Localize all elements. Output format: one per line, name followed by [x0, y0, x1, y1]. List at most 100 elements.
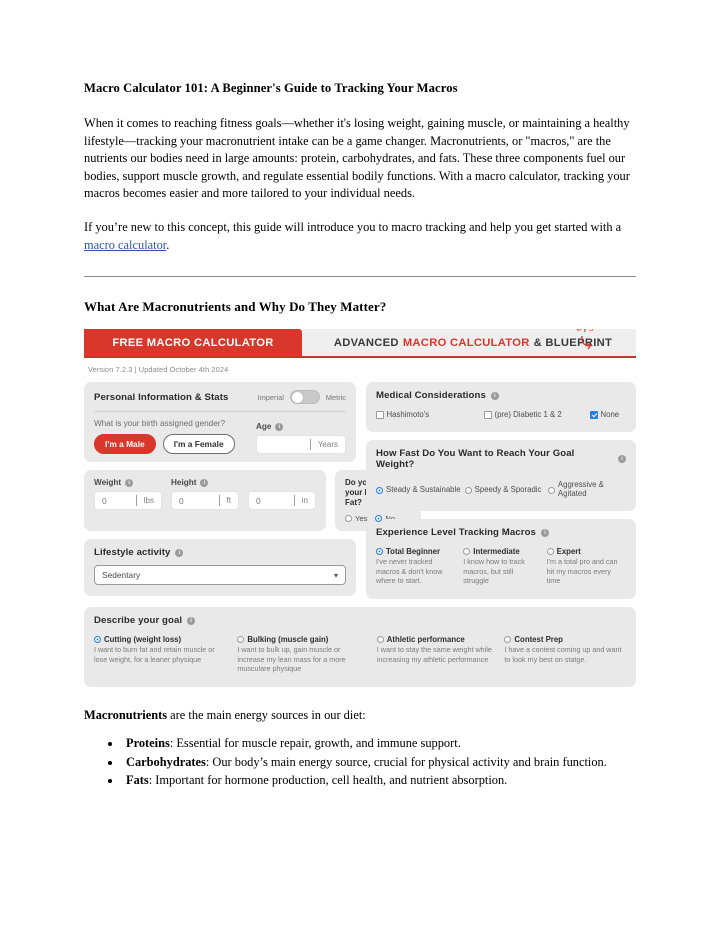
describe-your-goal-title: Describe your goal [94, 615, 183, 627]
experience-level-card: Experience Level Tracking Macros i Total… [366, 519, 636, 600]
section-heading: What Are Macronutrients and Why Do They … [84, 299, 387, 315]
age-input[interactable]: Years [256, 435, 346, 455]
gender-and-age-row: What is your birth assigned gender? I'm … [94, 419, 346, 455]
goal-option-cutting[interactable]: Cutting (weight loss) I want to burn fat… [94, 635, 237, 673]
radio-icon [463, 548, 471, 556]
goal-athletic-head: Athletic performance [376, 635, 495, 644]
tab-advanced-suffix: & BLUEPRINT [533, 336, 613, 349]
experience-expert-label: Expert [556, 547, 581, 557]
experience-intermediate-head: Intermediate [463, 547, 538, 556]
height-inches-unit: in [293, 495, 315, 507]
medical-option-hashimotos[interactable]: Hashimoto's [376, 410, 484, 419]
radio-icon [546, 548, 554, 556]
tab-advanced-macro-calculator[interactable]: ADVANCED MACRO CALCULATOR & BLUEPRINT [302, 329, 636, 357]
list-item: Fats: Important for hormone production, … [122, 772, 636, 790]
experience-beginner-head: Total Beginner [376, 547, 455, 556]
document-page: Macro Calculator 101: A Beginner's Guide… [0, 0, 720, 931]
tab-advanced-prefix: ADVANCED [333, 336, 399, 349]
unit-label-metric: Metric [325, 392, 346, 402]
gender-male-button[interactable]: I'm a Male [94, 434, 156, 455]
macro-calculator-screenshot: FREE MACRO CALCULATOR ADVANCED MACRO CAL… [84, 329, 636, 688]
goal-speed-option-steady[interactable]: Steady & Sustainable [376, 480, 465, 498]
experience-option-expert[interactable]: Expert I'm a total pro and can hit my ma… [546, 547, 626, 585]
weight-height-fields: Weight i 0 lbs Height i 0 ft 0 in [94, 478, 316, 511]
medical-option-diabetic-label: (pre) Diabetic 1 & 2 [494, 410, 562, 420]
macro-calculator-link[interactable]: macro calculator [84, 238, 166, 252]
goal-option-bulking[interactable]: Bulking (muscle gain) I want to bulk up,… [237, 635, 376, 673]
goal-speed-option-speedy[interactable]: Speedy & Sporadic [464, 480, 548, 498]
info-icon[interactable]: i [175, 548, 184, 557]
goal-contest-label: Contest Prep [514, 635, 563, 645]
age-label: Age i [256, 422, 346, 431]
goal-contest-desc: I have a contest coming up and want to l… [504, 645, 622, 664]
bullet-term: Proteins [126, 736, 170, 751]
radio-icon [345, 515, 352, 523]
goal-speed-option-aggressive[interactable]: Aggressive & Agitated [547, 480, 626, 498]
medical-option-hashimotos-label: Hashimoto's [386, 410, 430, 420]
medical-considerations-options: Hashimoto's (pre) Diabetic 1 & 2 None [376, 410, 626, 419]
calculator-right-column: Medical Considerations i Hashimoto's (pr… [366, 382, 636, 600]
body-fat-option-yes[interactable]: Yes [345, 514, 367, 523]
age-label-text: Age [256, 422, 272, 432]
personal-information-card: Personal Information & Stats Imperial Me… [84, 382, 356, 463]
guide-paragraph: If you’re new to this concept, this guid… [84, 219, 636, 254]
goal-option-contest-prep[interactable]: Contest Prep I have a contest coming up … [504, 635, 626, 673]
bullet-text: : Essential for muscle repair, growth, a… [169, 736, 461, 751]
info-icon[interactable]: i [618, 455, 626, 464]
chevron-down-icon: ▾ [333, 570, 338, 580]
height-label-text: Height [171, 478, 197, 488]
tab-advanced-highlight: MACRO CALCULATOR [402, 336, 530, 349]
experience-option-beginner[interactable]: Total Beginner I've never tracked macros… [376, 547, 463, 585]
goal-contest-head: Contest Prep [504, 635, 626, 644]
checkbox-icon [484, 411, 492, 419]
info-icon[interactable]: i [275, 422, 284, 431]
experience-option-intermediate[interactable]: Intermediate I know how to track macros,… [463, 547, 546, 585]
unit-toggle-switch[interactable] [289, 390, 320, 405]
weight-input[interactable]: 0 lbs [94, 491, 162, 511]
experience-expert-desc: I'm a total pro and can hit my macros ev… [546, 557, 618, 585]
list-item: Carbohydrates: Our body’s main energy so… [122, 754, 636, 772]
page-title: Macro Calculator 101: A Beginner's Guide… [84, 81, 458, 95]
calculator-tab-bar: FREE MACRO CALCULATOR ADVANCED MACRO CAL… [84, 329, 636, 359]
lifestyle-activity-card: Lifestyle activity i Sedentary ▾ [84, 539, 356, 597]
experience-level-title-row: Experience Level Tracking Macros i [376, 527, 626, 538]
height-feet-input[interactable]: 0 ft [171, 491, 239, 511]
describe-your-goal-title-row: Describe your goal i [94, 615, 626, 626]
unit-system-toggle[interactable]: Imperial Metric [258, 390, 346, 405]
info-icon[interactable]: i [540, 528, 549, 537]
goal-athletic-desc: I want to stay the same weight while inc… [376, 645, 492, 664]
closing-lead-bold: Macronutrients [84, 708, 168, 723]
medical-option-diabetic[interactable]: (pre) Diabetic 1 & 2 [484, 410, 590, 419]
section-divider [84, 276, 636, 278]
info-icon[interactable]: i [490, 391, 499, 400]
goal-option-athletic[interactable]: Athletic performance I want to stay the … [376, 635, 505, 673]
height-group: Height i 0 ft 0 in [171, 478, 316, 511]
height-inches-value: 0 [256, 495, 261, 506]
bullet-text: : Our body’s main energy source, crucial… [205, 754, 607, 769]
age-input-suffix: Years [309, 439, 345, 451]
medical-option-none[interactable]: None [590, 410, 619, 419]
radio-icon [504, 636, 512, 644]
checkbox-icon [376, 411, 384, 419]
describe-your-goal-card: Describe your goal i Cutting (weight los… [84, 607, 636, 688]
medical-considerations-title-row: Medical Considerations i [376, 390, 626, 401]
bullet-term: Fats [126, 773, 149, 788]
info-icon[interactable]: i [125, 478, 134, 487]
experience-beginner-label: Total Beginner [386, 547, 441, 557]
lifestyle-activity-select[interactable]: Sedentary ▾ [94, 565, 346, 586]
tab-free-macro-calculator[interactable]: FREE MACRO CALCULATOR [84, 329, 302, 357]
age-block: Age i Years [256, 422, 346, 455]
height-inches-input[interactable]: 0 in [248, 491, 316, 511]
goal-cutting-label: Cutting (weight loss) [104, 635, 182, 645]
goal-bulking-label: Bulking (muscle gain) [247, 635, 329, 645]
radio-icon [464, 486, 472, 494]
unit-toggle-knob [291, 392, 303, 404]
guide-paragraph-lead: If you’re new to this concept, this guid… [84, 220, 622, 235]
describe-your-goal-options: Cutting (weight loss) I want to burn fat… [94, 635, 626, 673]
info-icon[interactable]: i [200, 478, 209, 487]
experience-beginner-desc: I've never tracked macros & don't know w… [376, 557, 443, 585]
info-icon[interactable]: i [187, 616, 196, 625]
gender-female-button[interactable]: I'm a Female [162, 434, 235, 455]
goal-speed-title-row: How Fast Do You Want to Reach Your Goal … [376, 448, 626, 470]
weight-label-text: Weight [94, 478, 122, 488]
